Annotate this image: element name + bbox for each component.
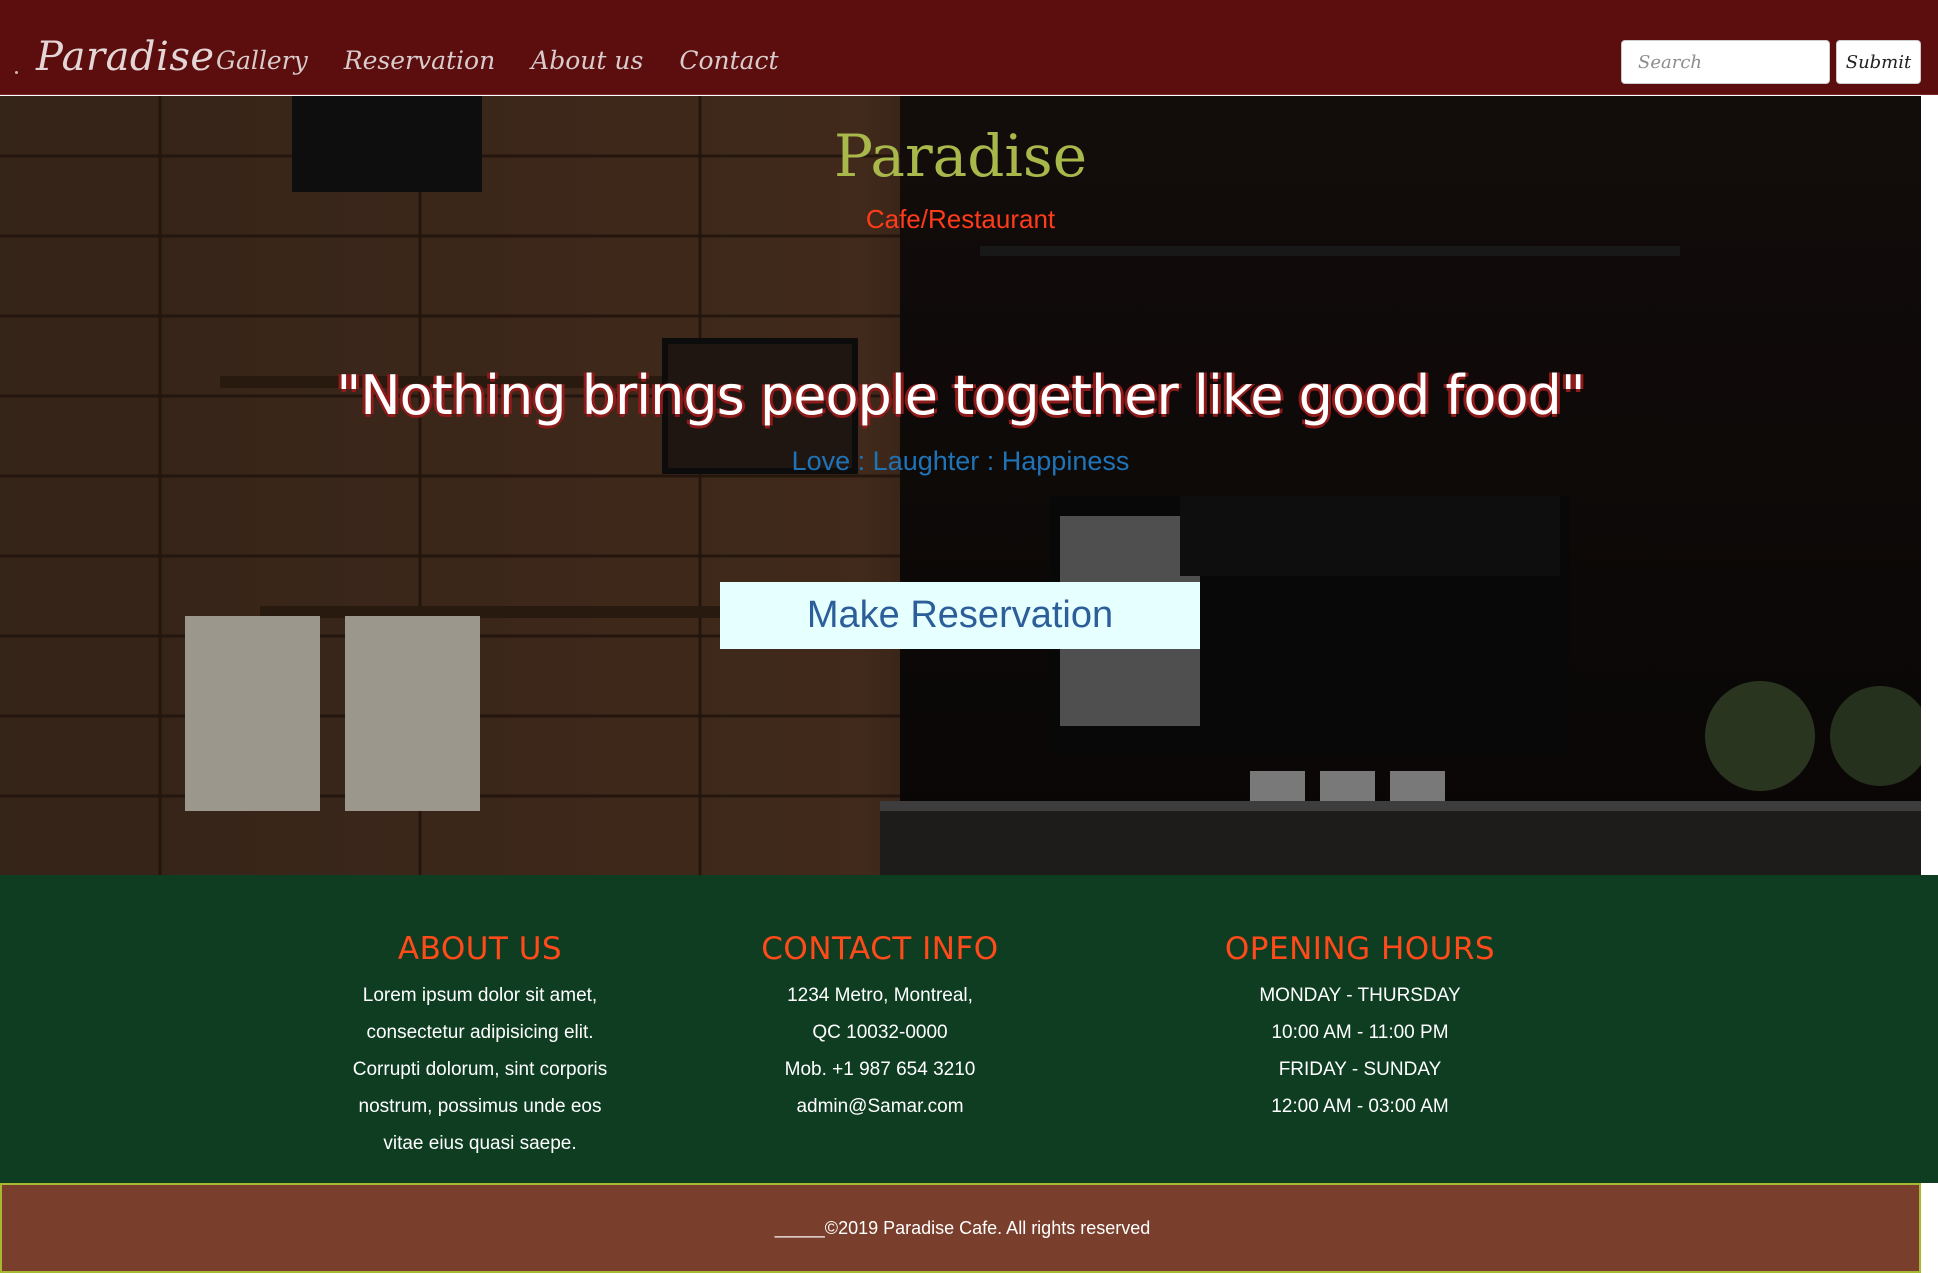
submit-button[interactable]: Submit xyxy=(1836,40,1921,84)
make-reservation-button[interactable]: Make Reservation xyxy=(720,582,1200,649)
search-input[interactable] xyxy=(1621,40,1830,84)
hero-quote: "Nothing brings people together like goo… xyxy=(336,364,1585,427)
about-us-line: Corrupti dolorum, sint corporis xyxy=(352,1059,608,1080)
hero-tagline: Love : Laughter : Happiness xyxy=(791,446,1130,476)
contact-phone: Mob. +1 987 654 3210 xyxy=(784,1059,976,1080)
nav-link-gallery[interactable]: Gallery xyxy=(216,46,308,75)
footer: _____©2019 Paradise Cafe. All rights res… xyxy=(0,1183,1921,1273)
info-section: ABOUT US Lorem ipsum dolor sit amet, con… xyxy=(0,875,1938,1183)
hours-days-line: FRIDAY - SUNDAY xyxy=(1278,1059,1442,1080)
nav-links: Gallery Reservation About us Contact xyxy=(216,46,779,75)
navbar: Paradise Gallery Reservation About us Co… xyxy=(0,0,1938,95)
scrollbar-gutter xyxy=(1921,96,1938,875)
copyright-text: _____©2019 Paradise Cafe. All rights res… xyxy=(774,1218,1151,1238)
contact-address-line: 1234 Metro, Montreal, xyxy=(787,985,973,1006)
about-us-line: consectetur adipisicing elit. xyxy=(366,1022,594,1043)
navbar-toggle-dot xyxy=(15,71,18,74)
hours-time-line: 12:00 AM - 03:00 AM xyxy=(1271,1096,1449,1117)
contact-email[interactable]: admin@Samar.com xyxy=(730,1088,1030,1125)
about-us-column: ABOUT US Lorem ipsum dolor sit amet, con… xyxy=(330,931,630,1162)
contact-info-column: CONTACT INFO 1234 Metro, Montreal, QC 10… xyxy=(730,931,1030,1125)
hero-subtitle: Cafe/Restaurant xyxy=(865,204,1056,234)
nav-link-contact[interactable]: Contact xyxy=(679,46,778,75)
hours-time-line: 10:00 AM - 11:00 PM xyxy=(1271,1022,1449,1043)
nav-link-about-us[interactable]: About us xyxy=(531,46,643,75)
about-us-line: nostrum, possimus unde eos xyxy=(358,1096,602,1117)
hours-days-line: MONDAY - THURSDAY xyxy=(1259,985,1461,1006)
about-us-line: vitae eius quasi saepe. xyxy=(383,1133,577,1154)
contact-postal-line: QC 10032-0000 xyxy=(812,1022,948,1043)
hero-title: Paradise xyxy=(833,122,1088,190)
navbar-brand[interactable]: Paradise xyxy=(36,34,215,80)
about-us-line: Lorem ipsum dolor sit amet, xyxy=(362,985,598,1006)
about-us-heading: ABOUT US xyxy=(397,931,563,967)
scrollbar-gutter-footer xyxy=(1921,1183,1938,1273)
contact-info-heading: CONTACT INFO xyxy=(761,931,999,967)
hero-section: Paradise Cafe/Restaurant "Nothing brings… xyxy=(0,96,1921,875)
opening-hours-column: OPENING HOURS MONDAY - THURSDAY 10:00 AM… xyxy=(1210,931,1510,1125)
nav-link-reservation[interactable]: Reservation xyxy=(344,46,495,75)
opening-hours-heading: OPENING HOURS xyxy=(1224,931,1496,967)
